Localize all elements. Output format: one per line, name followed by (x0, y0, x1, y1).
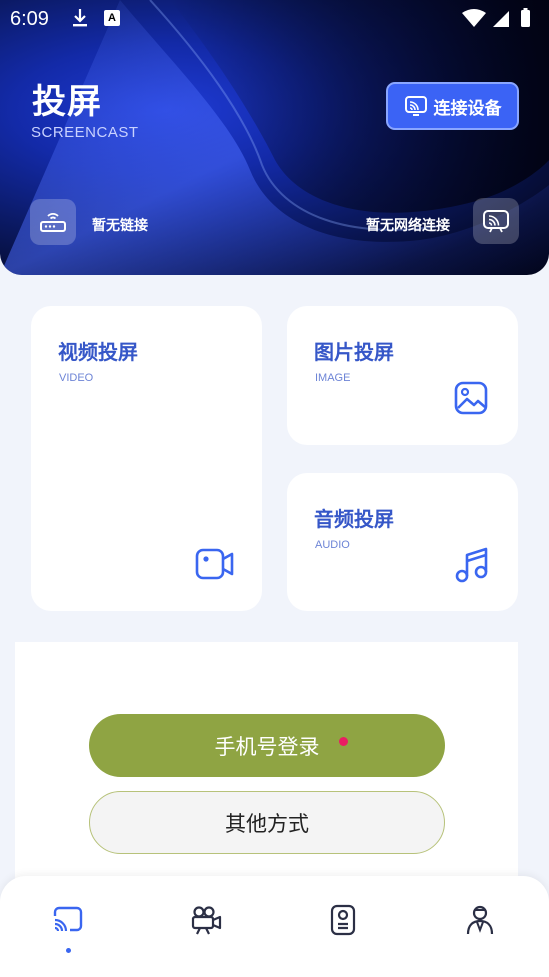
screencast-icon (404, 96, 427, 116)
remote-control-icon (330, 904, 356, 936)
audio-card-title: 音频投屏 (314, 507, 394, 531)
phone-login-button[interactable]: 手机号登录 (89, 714, 445, 777)
status-time: 6:09 (10, 8, 49, 30)
connect-device-label: 连接设备 (433, 98, 502, 119)
bottom-navigation (0, 876, 549, 977)
audio-cast-card[interactable]: 音频投屏 AUDIO (287, 473, 518, 611)
video-cast-card[interactable]: 视频投屏 VIDEO (31, 306, 262, 611)
image-icon (454, 381, 488, 415)
battery-icon (521, 10, 530, 27)
video-card-title: 视频投屏 (58, 340, 138, 364)
user-icon (466, 905, 494, 935)
cast-icon (53, 906, 83, 932)
header-banner: 6:09 A 投屏 SCREENCAST 连接设备 暂无链接 暂无网络连接 (0, 0, 549, 275)
network-status-button[interactable] (473, 198, 519, 244)
status-bar: 6:09 A (0, 0, 549, 38)
nav-item-cast[interactable] (48, 900, 88, 940)
audio-card-subtitle: AUDIO (315, 539, 350, 551)
music-note-icon (455, 547, 488, 583)
router-status-button[interactable] (30, 199, 76, 245)
notification-dot (339, 737, 348, 746)
nav-item-video[interactable] (186, 900, 226, 940)
video-camera-icon (195, 548, 234, 580)
link-status-text: 暂无链接 (92, 218, 148, 234)
nav-item-remote[interactable] (323, 900, 363, 940)
other-login-button[interactable]: 其他方式 (89, 791, 445, 854)
page-title: 投屏 (32, 82, 102, 122)
nav-item-profile[interactable] (460, 900, 500, 940)
wifi-signal-icon (462, 9, 486, 27)
download-icon (73, 9, 87, 27)
cast-screen-icon (483, 210, 509, 233)
router-icon (40, 213, 66, 232)
phone-login-label: 手机号登录 (214, 734, 320, 759)
image-card-subtitle: IMAGE (315, 372, 351, 384)
system-status-icons (462, 8, 530, 27)
nav-active-indicator (66, 948, 71, 953)
image-cast-card[interactable]: 图片投屏 IMAGE (287, 306, 518, 445)
page-subtitle: SCREENCAST (31, 124, 139, 141)
cell-signal-icon (493, 11, 509, 27)
connect-device-button[interactable]: 连接设备 (386, 82, 519, 130)
movie-camera-icon (191, 906, 222, 935)
network-status-text: 暂无网络连接 (366, 218, 450, 234)
image-card-title: 图片投屏 (314, 340, 394, 364)
other-login-label: 其他方式 (225, 811, 309, 836)
video-card-subtitle: VIDEO (59, 372, 94, 384)
notification-a-icon: A (104, 10, 120, 26)
